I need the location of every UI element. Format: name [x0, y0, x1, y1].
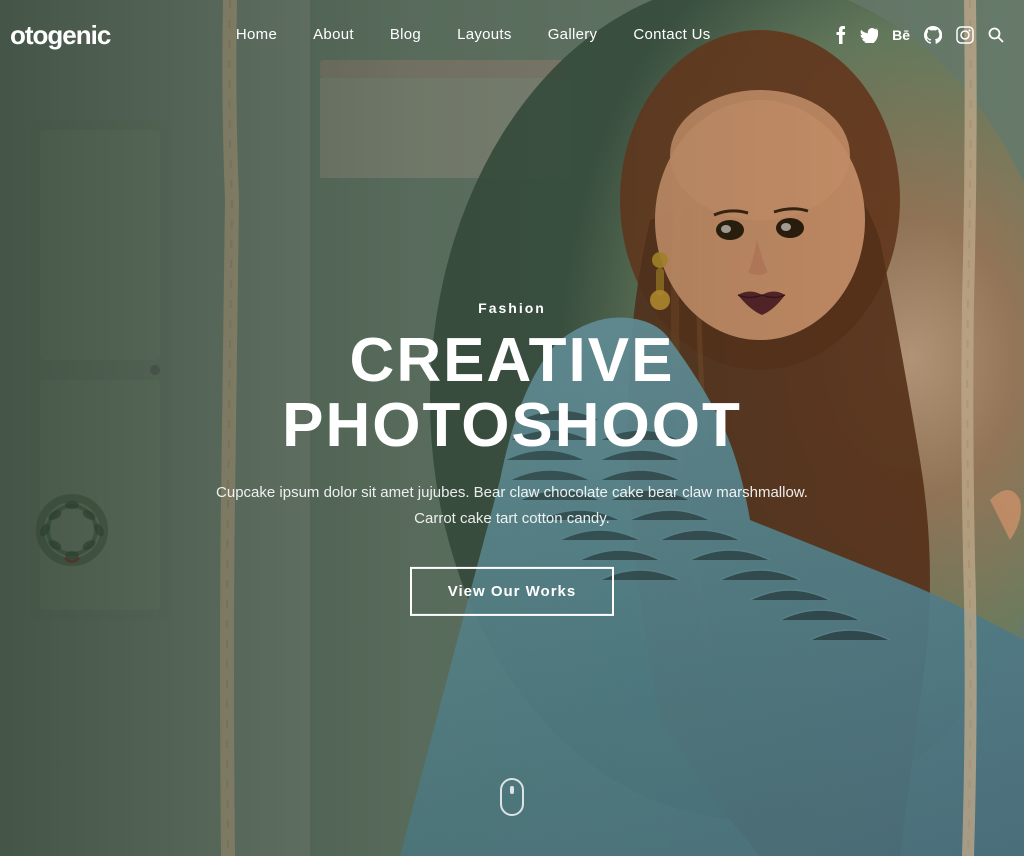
twitter-icon[interactable]	[860, 28, 878, 43]
nav-link-home[interactable]: Home	[236, 26, 277, 43]
nav-item-about[interactable]: About	[313, 26, 354, 44]
nav-links: Home About Blog Layouts Gallery Contact …	[236, 26, 711, 44]
nav-item-blog[interactable]: Blog	[390, 26, 421, 44]
nav-link-layouts[interactable]: Layouts	[457, 26, 512, 43]
hero-section: otogenic Home About Blog Layouts Gallery…	[0, 0, 1024, 856]
scroll-indicator	[500, 778, 524, 816]
search-icon[interactable]	[988, 27, 1004, 43]
github-icon[interactable]	[924, 26, 942, 44]
scroll-mouse-icon	[500, 778, 524, 816]
hero-title: CREATIVE PHOTOSHOOT	[212, 328, 812, 458]
hero-description: Cupcake ipsum dolor sit amet jujubes. Be…	[212, 480, 812, 531]
nav-item-home[interactable]: Home	[236, 26, 277, 44]
nav-link-contact[interactable]: Contact Us	[633, 26, 710, 43]
scroll-dot	[510, 786, 514, 794]
nav-item-layouts[interactable]: Layouts	[457, 26, 512, 44]
social-icons: Bē	[836, 26, 1004, 44]
nav-item-contact[interactable]: Contact Us	[633, 26, 710, 44]
navbar: otogenic Home About Blog Layouts Gallery…	[0, 0, 1024, 70]
nav-link-gallery[interactable]: Gallery	[548, 26, 598, 43]
logo[interactable]: otogenic	[10, 20, 110, 51]
nav-link-blog[interactable]: Blog	[390, 26, 421, 43]
instagram-icon[interactable]	[956, 26, 974, 44]
hero-content: Fashion CREATIVE PHOTOSHOOT Cupcake ipsu…	[212, 300, 812, 616]
view-works-button[interactable]: View Our Works	[410, 567, 615, 616]
nav-link-about[interactable]: About	[313, 26, 354, 43]
nav-item-gallery[interactable]: Gallery	[548, 26, 598, 44]
hero-category: Fashion	[212, 300, 812, 316]
facebook-icon[interactable]	[836, 26, 846, 44]
behance-icon[interactable]: Bē	[892, 27, 910, 43]
